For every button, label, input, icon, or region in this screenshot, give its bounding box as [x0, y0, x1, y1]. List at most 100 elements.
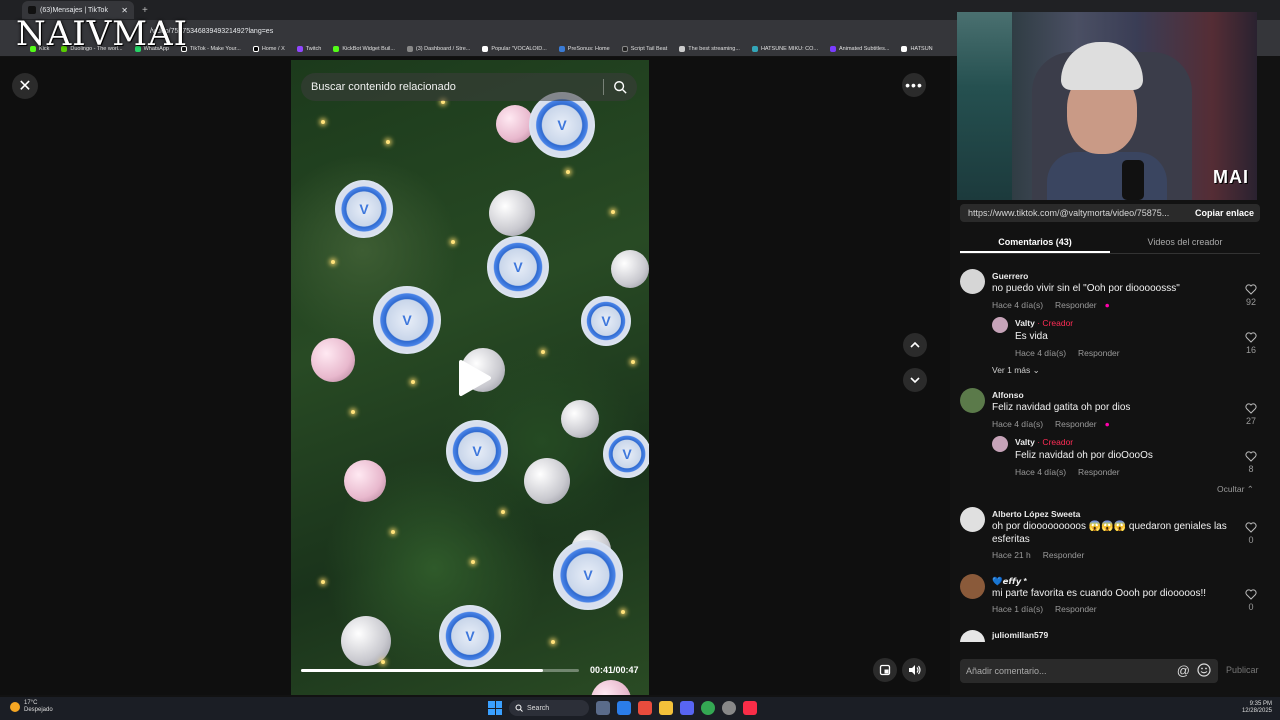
avatar[interactable] [960, 574, 985, 599]
like-button[interactable]: 0 [1242, 522, 1260, 545]
comment-meta: Hace 4 día(s) Responder [1015, 467, 1120, 477]
avatar[interactable] [960, 630, 985, 642]
comment-author[interactable]: Valty · Creador [1015, 437, 1073, 447]
reply-button[interactable]: Responder [1055, 300, 1097, 310]
like-button[interactable]: 16 [1242, 332, 1260, 355]
app-icon[interactable] [638, 701, 652, 715]
file-explorer-icon[interactable] [659, 701, 673, 715]
search-icon [515, 704, 523, 712]
more-options-button[interactable]: ••• [902, 73, 926, 97]
avatar[interactable] [992, 317, 1008, 333]
avatar[interactable] [992, 436, 1008, 452]
weather-widget[interactable]: 17°C Despejado [10, 700, 53, 714]
like-button[interactable]: 92 [1242, 284, 1260, 307]
comment-text: oh por diooooooooos 😱😱😱 quedaron geniale… [992, 521, 1227, 545]
copy-link-button[interactable]: Copiar enlace [1195, 208, 1260, 218]
avatar[interactable] [960, 269, 985, 294]
heart-icon [1245, 403, 1257, 414]
close-button[interactable]: ✕ [12, 73, 38, 99]
bookmark[interactable]: TikTok - Make Your... [180, 46, 241, 52]
emoji-icon[interactable] [1197, 663, 1211, 677]
reply-button[interactable]: Responder [1078, 467, 1120, 477]
comment-author[interactable]: Valty · Creador [1015, 318, 1073, 328]
reply-button[interactable]: Responder [1055, 604, 1097, 614]
taskbar-search[interactable]: Search [509, 700, 589, 716]
volume-button[interactable] [902, 658, 926, 682]
bookmark[interactable]: HATSUNE MIKU: CO... [751, 46, 818, 52]
play-icon[interactable] [453, 358, 493, 398]
video-timecode: 00:41/00:47 [590, 665, 639, 675]
bookmark[interactable]: Popular "VOCALOID... [482, 46, 547, 52]
ornament [344, 460, 386, 502]
edge-icon[interactable] [617, 701, 631, 715]
heart-icon [1245, 451, 1257, 462]
comment-author[interactable]: Alberto López Sweeta [992, 509, 1080, 519]
bookmark[interactable]: Animated Subtitles... [830, 46, 889, 52]
share-url[interactable]: https://www.tiktok.com/@valtymorta/video… [960, 208, 1175, 218]
bookmark[interactable]: Twitch [296, 46, 321, 52]
system-clock[interactable]: 9:35 PM 12/28/2025 [1242, 701, 1272, 715]
comment-text: Feliz navidad oh por dioOooOs [1015, 450, 1153, 461]
tab-comments[interactable]: Comentarios (43) [960, 232, 1110, 253]
comment-text: no puedo vivir sin el "Ooh por dioooooss… [992, 283, 1180, 294]
vbucks-ornament [487, 236, 549, 298]
chevron-up-icon [910, 341, 920, 348]
hide-replies-button[interactable]: Ocultar ⌃ [1217, 484, 1254, 495]
task-view-icon[interactable] [596, 701, 610, 715]
comment-author[interactable]: Alfonso [992, 390, 1024, 400]
mention-icon[interactable]: @ [1177, 663, 1190, 678]
tab-creator-videos[interactable]: Videos del creador [1110, 232, 1260, 253]
stream-watermark: NAIVMAI [16, 14, 189, 54]
video-progress-bar[interactable] [301, 669, 579, 672]
ornament [341, 616, 391, 666]
comment-meta: Hace 4 día(s) Responder ● [992, 419, 1110, 429]
cam-logo: MAI [1213, 167, 1249, 187]
chrome-icon[interactable] [701, 701, 715, 715]
weather-icon [10, 702, 20, 712]
comment-list[interactable]: Guerrero no puedo vivir sin el "Ooh por … [958, 262, 1263, 642]
start-icon[interactable] [488, 701, 502, 715]
bookmark[interactable]: The best streaming... [679, 46, 740, 52]
bookmark[interactable]: PreSonus: Home [558, 46, 610, 52]
search-icon[interactable] [613, 80, 627, 94]
previous-video-button[interactable] [903, 333, 927, 357]
reply-button[interactable]: Responder [1055, 419, 1097, 429]
view-more-replies[interactable]: Ver 1 más ⌄ [992, 365, 1040, 376]
bookmark[interactable]: Script Tail Beat [621, 46, 667, 52]
reply-button[interactable]: Responder [1043, 550, 1085, 560]
ornament [611, 250, 649, 288]
music-icon[interactable] [743, 701, 757, 715]
publish-button[interactable]: Publicar [1226, 665, 1259, 675]
vbucks-ornament [553, 540, 623, 610]
heart-icon [1245, 589, 1257, 600]
reply-button[interactable]: Responder [1078, 348, 1120, 358]
like-button[interactable]: 8 [1242, 451, 1260, 474]
bookmark[interactable]: HATSUN [901, 46, 933, 52]
bookmark[interactable]: KickBot Widget Buil... [333, 46, 395, 52]
settings-icon[interactable] [722, 701, 736, 715]
like-button[interactable]: 27 [1242, 403, 1260, 426]
ellipsis-icon: ••• [905, 77, 923, 93]
share-link-row: https://www.tiktok.com/@valtymorta/video… [960, 204, 1260, 222]
picture-in-picture-button[interactable] [873, 658, 897, 682]
add-comment-input[interactable]: Añadir comentario... @ [960, 659, 1218, 683]
comment-author[interactable]: 💙𝙚𝙛𝙛𝙮 * [992, 576, 1027, 587]
avatar[interactable] [960, 507, 985, 532]
heart-icon [1245, 284, 1257, 295]
comment-author[interactable]: Guerrero [992, 271, 1028, 281]
bookmark[interactable]: (3) Dashboard / Stre... [406, 46, 470, 52]
avatar[interactable] [960, 388, 985, 413]
comment-meta: Hace 1 día(s) Responder [992, 604, 1097, 614]
bookmark[interactable]: Home / X [252, 46, 285, 52]
heart-icon [1245, 332, 1257, 343]
comment-meta: Hace 4 día(s) Responder [1015, 348, 1120, 358]
volume-icon [908, 665, 921, 675]
vbucks-ornament [439, 605, 501, 667]
discord-icon[interactable] [680, 701, 694, 715]
next-video-button[interactable] [903, 368, 927, 392]
comment-author[interactable]: juliomillan579 [992, 630, 1048, 640]
like-button[interactable]: 0 [1242, 589, 1260, 612]
ornament [561, 400, 599, 438]
comment-placeholder: Añadir comentario... [966, 666, 1047, 676]
related-search-input[interactable]: Buscar contenido relacionado [301, 73, 637, 101]
